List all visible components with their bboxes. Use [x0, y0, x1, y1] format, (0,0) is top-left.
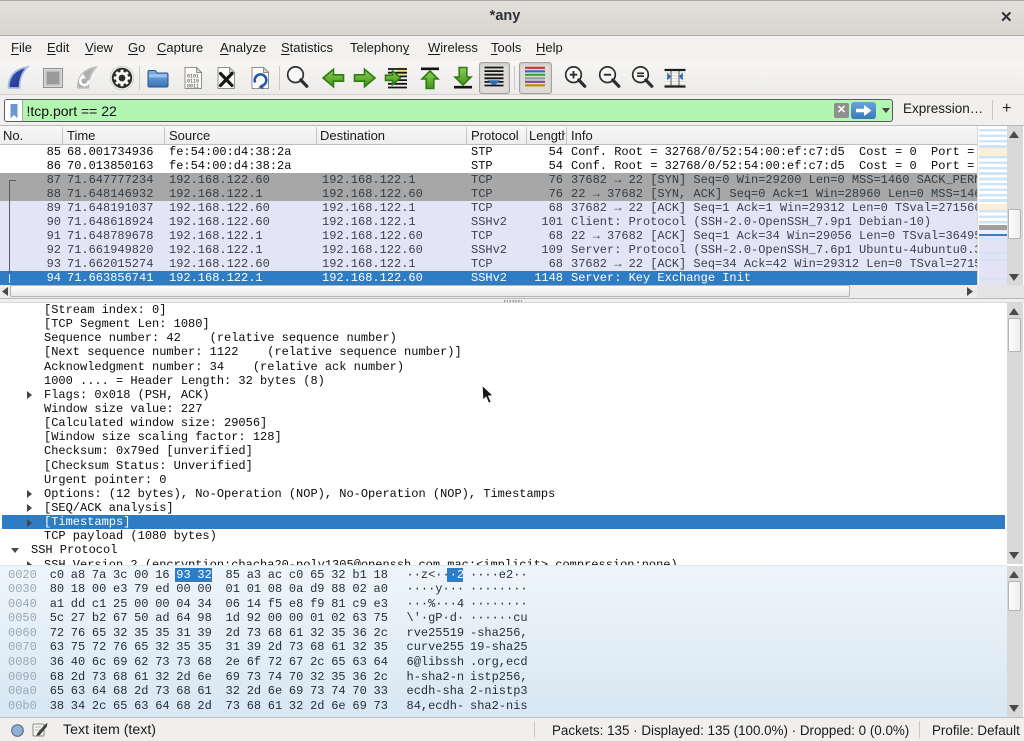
svg-text:0011: 0011 — [187, 84, 199, 90]
